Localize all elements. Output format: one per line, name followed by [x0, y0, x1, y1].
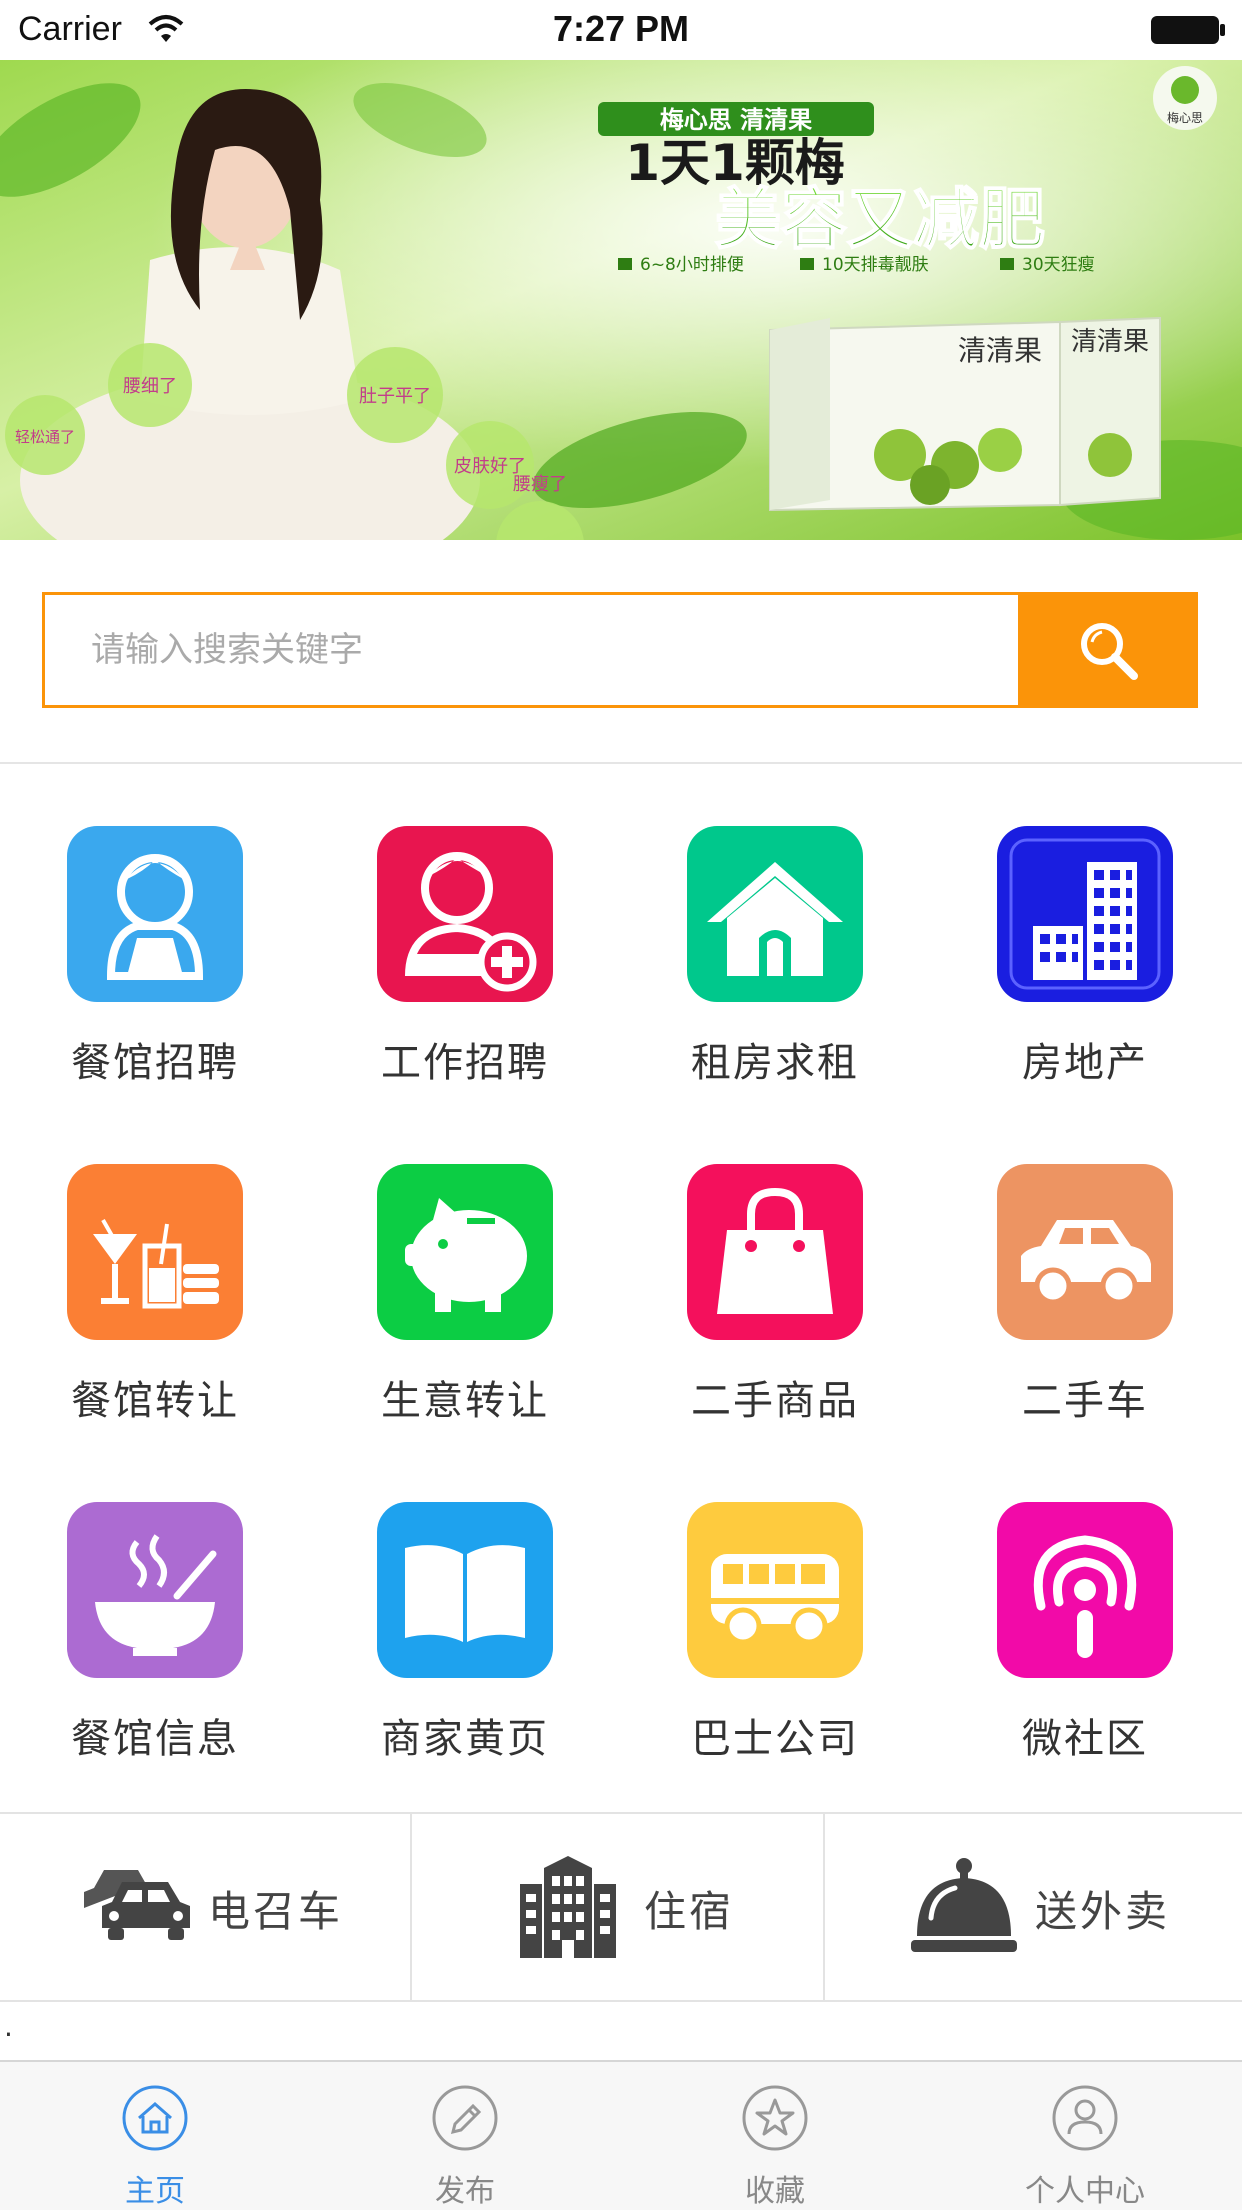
category-label: 生意转让 [381, 1378, 549, 1424]
category-tile [997, 1164, 1173, 1340]
category-tile [67, 826, 243, 1002]
tab-label: 收藏 [745, 2174, 805, 2209]
search-button[interactable] [1018, 592, 1198, 708]
category-label: 餐馆转让 [71, 1378, 239, 1424]
house-icon [707, 862, 843, 976]
category-tile [377, 826, 553, 1002]
status-time: 7:27 PM [552, 8, 690, 49]
car-icon [1021, 1220, 1151, 1305]
category-label: 餐馆招聘 [71, 1040, 239, 1086]
status-bar: Carrier 7:27 PM [0, 0, 1242, 60]
quick-link-label: 电召车 [208, 1887, 344, 1936]
shopping-bag-icon [717, 1187, 833, 1314]
product-box-image: 清清果 清清果 [769, 316, 1161, 512]
quick-link-label: 送外卖 [1035, 1887, 1171, 1936]
category-label: 二手商品 [691, 1378, 859, 1424]
category-tile [67, 1164, 243, 1340]
tab-label: 发布 [435, 2174, 495, 2209]
category-tile [997, 1502, 1173, 1678]
quick-link-food-delivery[interactable]: 送外卖 [825, 1814, 1237, 2000]
category-restaurant-transfer[interactable]: 餐馆转让 [0, 1164, 310, 1494]
tab-publish[interactable]: 发布 [310, 2062, 620, 2210]
category-restaurant-jobs[interactable]: 餐馆招聘 [0, 826, 310, 1156]
bubble-text: 腰细了 [123, 376, 177, 397]
category-label: 工作招聘 [381, 1040, 549, 1086]
category-rental[interactable]: 租房求租 [620, 826, 930, 1156]
category-business-transfer[interactable]: 生意转让 [310, 1164, 620, 1494]
bowl-icon [95, 1534, 217, 1656]
category-restaurant-info[interactable]: 餐馆信息 [0, 1502, 310, 1832]
category-tile [67, 1502, 243, 1678]
star-icon [742, 2085, 808, 2151]
banner-slogan: 美容又减肥 [715, 181, 1045, 258]
footer-mark: . [4, 2010, 13, 2043]
banner-brand-tag: 梅心思 清清果 [660, 106, 812, 134]
add-user-icon [405, 852, 537, 992]
bus-icon [711, 1554, 839, 1645]
quick-links-bar: 电召车 住宿 送外卖 [0, 1812, 1242, 2002]
category-label: 餐馆信息 [71, 1716, 239, 1762]
box-text: 清清果 [958, 334, 1042, 367]
battery-icon [1151, 16, 1225, 44]
search-icon [1081, 623, 1138, 680]
piggy-bank-icon [405, 1198, 527, 1312]
hotel-icon [520, 1856, 616, 1958]
quick-link-taxi[interactable]: 电召车 [0, 1814, 412, 2000]
buildings-icon [1009, 838, 1161, 990]
tab-label: 主页 [125, 2174, 185, 2209]
category-second-hand-goods[interactable]: 二手商品 [620, 1164, 930, 1494]
quick-link-label: 住宿 [644, 1887, 735, 1936]
tab-home[interactable]: 主页 [0, 2062, 310, 2210]
search-bar: 请输入搜索关键字 [42, 592, 1198, 712]
category-label: 房地产 [1022, 1040, 1148, 1086]
drinks-icon [93, 1219, 219, 1309]
book-icon [405, 1545, 525, 1642]
pencil-icon [432, 2085, 498, 2151]
category-label: 租房求租 [691, 1040, 859, 1086]
bubble-text: 肚子平了 [359, 386, 431, 407]
search-input[interactable]: 请输入搜索关键字 [42, 592, 1018, 708]
home-icon [122, 2085, 188, 2151]
category-used-cars[interactable]: 二手车 [930, 1164, 1240, 1494]
banner-benefit: 6~8小时排便 [640, 255, 744, 275]
brand-logo: 梅心思 [1167, 110, 1203, 125]
category-label: 巴士公司 [691, 1716, 859, 1762]
category-yellow-pages[interactable]: 商家黄页 [310, 1502, 620, 1832]
tab-profile[interactable]: 个人中心 [930, 2062, 1240, 2210]
category-tile [687, 1502, 863, 1678]
promo-banner[interactable]: 腰细了 轻松通了 肚子平了 皮肤好了 腰瘦了 梅心思 清清果 1天1颗梅 美容又… [0, 60, 1242, 540]
category-tile [377, 1164, 553, 1340]
category-bus-company[interactable]: 巴士公司 [620, 1502, 930, 1832]
category-label: 微社区 [1022, 1716, 1148, 1762]
category-real-estate[interactable]: 房地产 [930, 826, 1240, 1156]
quick-link-hotel[interactable]: 住宿 [412, 1814, 824, 2000]
category-label: 商家黄页 [381, 1716, 549, 1762]
food-cloche-icon [911, 1858, 1017, 1952]
category-label: 二手车 [1022, 1378, 1148, 1424]
bubble-text: 腰瘦了 [513, 474, 567, 495]
category-tile [687, 826, 863, 1002]
category-job-recruitment[interactable]: 工作招聘 [310, 826, 620, 1156]
tab-label: 个人中心 [1025, 2174, 1145, 2209]
category-tile [377, 1502, 553, 1678]
tab-favorites[interactable]: 收藏 [620, 2062, 930, 2210]
section-divider [0, 762, 1242, 764]
taxi-icon [84, 1870, 190, 1940]
waiter-icon [106, 854, 204, 980]
community-icon [1033, 1535, 1137, 1658]
user-icon [1052, 2085, 1118, 2151]
banner-benefit: 30天狂瘦 [1022, 255, 1095, 275]
banner-benefit: 10天排毒靓肤 [822, 255, 929, 275]
category-tile [687, 1164, 863, 1340]
bubble-text: 轻松通了 [15, 428, 75, 446]
category-tile [997, 826, 1173, 1002]
bottom-tab-bar: 主页 发布 收藏 个人中心 [0, 2060, 1242, 2210]
box-text: 清清果 [1071, 327, 1149, 357]
category-micro-community[interactable]: 微社区 [930, 1502, 1240, 1832]
